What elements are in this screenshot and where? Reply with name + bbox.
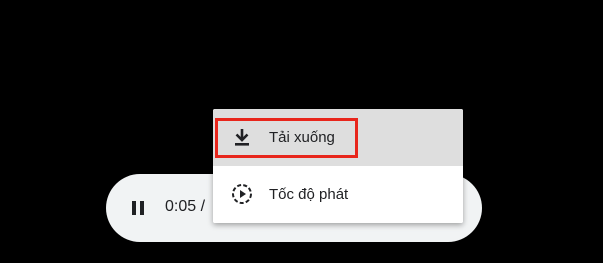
playback-speed-icon: [232, 184, 252, 204]
media-viewer: 0:05 / Tải xuống Tốc độ phát: [0, 0, 603, 263]
menu-item-playback-speed[interactable]: Tốc độ phát: [213, 166, 463, 223]
pause-icon: [132, 201, 136, 215]
menu-item-label: Tốc độ phát: [269, 186, 349, 203]
context-menu: Tải xuống Tốc độ phát: [213, 109, 463, 223]
download-icon: [235, 129, 249, 146]
menu-item-label: Tải xuống: [269, 129, 335, 146]
pause-button[interactable]: [118, 190, 158, 226]
time-display: 0:05 /: [165, 198, 206, 215]
menu-item-download[interactable]: Tải xuống: [213, 109, 463, 166]
